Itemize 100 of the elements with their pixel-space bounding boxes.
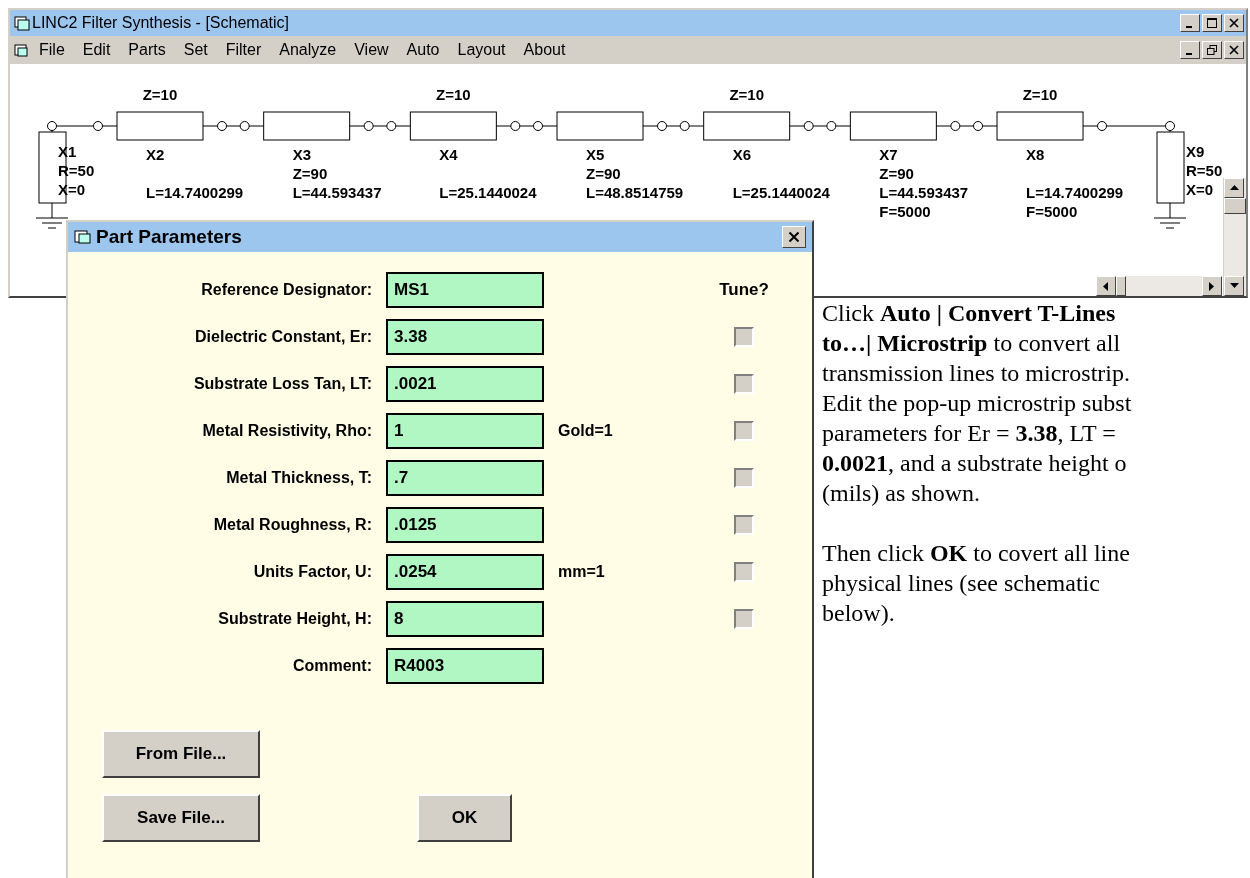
left-arrow-icon xyxy=(1103,281,1109,291)
part-label: Z=90 xyxy=(879,165,914,182)
port-node xyxy=(1165,121,1175,131)
field-label: Metal Roughness, R: xyxy=(212,516,372,534)
menu-item[interactable]: Set xyxy=(174,41,217,59)
wire xyxy=(56,125,94,127)
close-button[interactable] xyxy=(1224,41,1244,59)
save-file-button[interactable]: Save File... xyxy=(102,794,260,842)
wire xyxy=(349,125,365,127)
restore-button[interactable] xyxy=(1202,41,1222,59)
scroll-thumb[interactable] xyxy=(1224,198,1246,214)
dialog-icon xyxy=(74,229,92,245)
wire xyxy=(935,125,952,127)
close-button[interactable] xyxy=(782,226,806,248)
minimize-icon xyxy=(1185,26,1192,28)
input-field[interactable]: R4003 xyxy=(386,648,544,684)
field-label: Substrate Loss Tan, LT: xyxy=(192,375,372,393)
menu-item[interactable]: Layout xyxy=(448,41,515,59)
minimize-button[interactable] xyxy=(1180,14,1200,32)
port-node xyxy=(533,121,543,131)
scroll-thumb[interactable] xyxy=(1116,276,1126,296)
wire xyxy=(226,125,241,127)
part-label: X7 xyxy=(879,146,898,163)
part-label: L=14.7400299 xyxy=(146,184,244,201)
port-node xyxy=(679,121,690,131)
unit-note: mm=1 xyxy=(558,563,606,581)
document-icon[interactable] xyxy=(14,42,30,58)
minimize-button[interactable] xyxy=(1180,41,1200,59)
input-field[interactable]: 3.38 xyxy=(386,319,544,355)
wire xyxy=(1082,125,1098,127)
close-icon xyxy=(1229,45,1239,55)
scroll-right-button[interactable] xyxy=(1202,276,1222,296)
port-node xyxy=(93,121,103,131)
wire xyxy=(519,125,534,127)
part-label: Z=10 xyxy=(729,86,764,103)
ok-button[interactable]: OK xyxy=(417,794,512,842)
wire xyxy=(959,125,974,127)
close-button[interactable] xyxy=(1224,14,1244,32)
wire xyxy=(982,125,998,127)
field-label: Substrate Height, H: xyxy=(217,610,372,628)
maximize-button[interactable] xyxy=(1202,14,1222,32)
minimize-icon xyxy=(1185,53,1192,55)
input-field[interactable]: .0021 xyxy=(386,366,544,402)
part-label: L=44.593437 xyxy=(292,184,382,201)
vertical-scrollbar[interactable] xyxy=(1223,178,1246,296)
port-node xyxy=(1097,121,1107,131)
input-field[interactable]: .0125 xyxy=(386,507,544,543)
menu-item[interactable]: View xyxy=(345,41,398,59)
part-label: X2 xyxy=(146,146,165,163)
part-label: Z=90 xyxy=(586,165,621,182)
part-label: L=25.1440024 xyxy=(732,184,830,201)
field-label: Reference Designator: xyxy=(200,281,372,299)
part-label: L=44.593437 xyxy=(879,184,969,201)
down-arrow-icon xyxy=(1229,283,1239,289)
part-label: R=50 xyxy=(58,162,95,179)
input-field[interactable]: MS1 xyxy=(386,272,544,308)
menu-item[interactable]: Filter xyxy=(216,41,271,59)
input-field[interactable]: .7 xyxy=(386,460,544,496)
window-icon xyxy=(14,15,30,31)
field-label: Dielectric Constant, Er: xyxy=(194,328,372,346)
horizontal-scrollbar[interactable] xyxy=(1096,276,1222,296)
port-node xyxy=(826,121,837,131)
port-node xyxy=(973,121,983,131)
menu-item[interactable]: File xyxy=(30,41,74,59)
input-field[interactable]: 8 xyxy=(386,601,544,637)
instruction-paragraph: Then click OK to covert all line physical lines (see schematic below). xyxy=(822,539,1131,628)
dialog-title: Part Parameters xyxy=(96,226,242,248)
menu-item[interactable]: About xyxy=(514,41,575,59)
scroll-left-button[interactable] xyxy=(1096,276,1116,296)
instruction-paragraph: Click Auto | Convert T-Lines to…| Microstrip to convert all transmission lines to microstrip. Edit the pop-up microstrip subst parameters for Er = 3.38, LT = 0.0021, and a substrate height o (mils) as shown. xyxy=(822,299,1133,508)
wire xyxy=(1106,125,1166,127)
scroll-down-button[interactable] xyxy=(1224,276,1244,296)
part-label: F=5000 xyxy=(879,203,931,220)
menu-item[interactable]: Edit xyxy=(73,41,120,59)
part-label: X=0 xyxy=(1186,181,1214,198)
part-label: X5 xyxy=(586,146,605,163)
scroll-up-button[interactable] xyxy=(1224,178,1244,198)
wire xyxy=(666,125,681,127)
menu-item[interactable]: Parts xyxy=(119,41,175,59)
from-file-button[interactable]: From File... xyxy=(102,730,260,778)
restore-icon xyxy=(1207,45,1217,55)
part-label: L=14.7400299 xyxy=(1026,184,1124,201)
port-node xyxy=(239,121,250,131)
part-label: X1 xyxy=(58,143,77,160)
part-label: L=48.8514759 xyxy=(586,184,684,201)
ground-symbol xyxy=(1153,202,1187,229)
port-node xyxy=(47,121,57,131)
port-node xyxy=(657,121,667,131)
part-label: X3 xyxy=(292,146,312,163)
port-node xyxy=(803,121,814,131)
wire xyxy=(642,125,658,127)
menu-item[interactable]: Auto xyxy=(397,41,449,59)
window-title: LINC2 Filter Synthesis - [Schematic] xyxy=(32,14,289,32)
input-field[interactable]: 1 xyxy=(386,413,544,449)
field-label: Metal Thickness, T: xyxy=(225,469,372,487)
maximize-icon xyxy=(1207,18,1217,28)
wire xyxy=(102,125,118,127)
wire xyxy=(202,125,218,127)
menu-item[interactable]: Analyze xyxy=(270,41,346,59)
input-field[interactable]: .0254 xyxy=(386,554,544,590)
